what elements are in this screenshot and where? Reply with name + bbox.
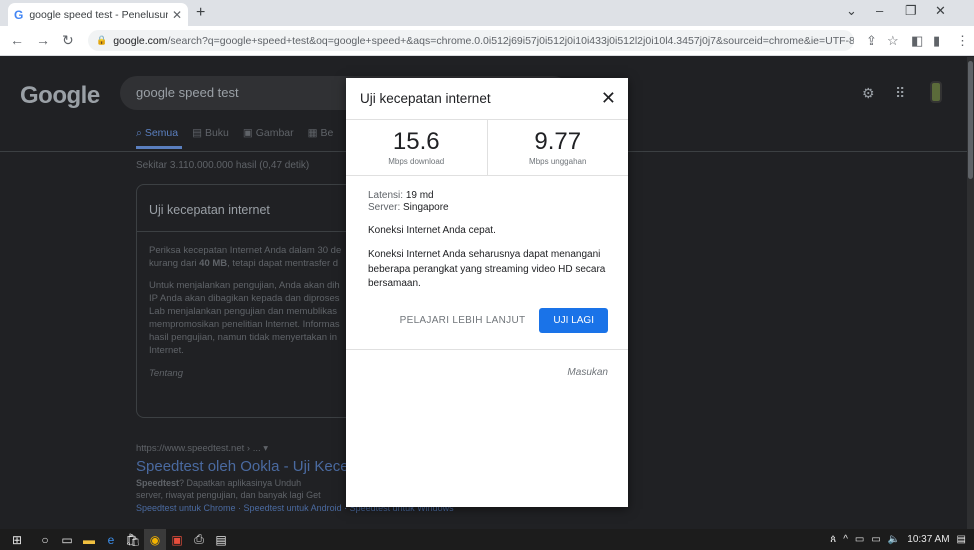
connection-status: Koneksi Internet Anda cepat. [368, 225, 496, 236]
browser-tab[interactable]: G google speed test - Penelusuran ✕ [8, 3, 188, 26]
search-tabs: ⌕ Semua ▤ Buku ▣ Gambar ▦ Be [136, 127, 333, 140]
tab-close-icon[interactable]: ✕ [172, 8, 182, 22]
test-info: Latensi: 19 md Server: Singapore Koneksi… [346, 176, 628, 292]
taskbar: ⊞ ○ ▭ ▬ e 🛍 ◉ ▣ ⎙ ▤ ጰ ^ ▭ ▭ 🔈 10:37 AM ▤ [0, 529, 974, 550]
speed-metrics: 15.6 Mbps download 9.77 Mbps unggahan [346, 120, 628, 176]
chrome-taskbar-icon[interactable]: ◉ [144, 529, 166, 550]
card-paragraph: Untuk menjalankan pengujian, Anda akan d… [149, 279, 349, 357]
scrollbar-thumb[interactable] [968, 61, 973, 179]
server-label: Server: [368, 202, 401, 213]
tab-search-icon[interactable]: ⌄ [846, 3, 857, 19]
latency-row: Latensi: 19 md [368, 190, 608, 202]
snippet-bold: Speedtest [136, 478, 180, 488]
page-scrollbar[interactable] [967, 57, 974, 529]
settings-gear-icon[interactable]: ⚙ [862, 85, 875, 102]
back-icon[interactable]: ← [10, 32, 24, 48]
feedback-link[interactable]: Masukan [346, 350, 628, 378]
bookmark-star-icon[interactable]: ☆ [887, 33, 899, 49]
tab-strip: G google speed test - Penelusuran ✕ + ⌄ … [0, 0, 974, 26]
card-paragraph: Periksa kecepatan Internet Anda dalam 30… [149, 244, 349, 270]
upload-metric: 9.77 Mbps unggahan [486, 120, 629, 175]
url-path: /search?q=google+speed+test&oq=google+sp… [167, 34, 854, 47]
profile-icon[interactable]: ▮ [933, 33, 940, 49]
latency-label: Latensi: [368, 190, 404, 201]
share-icon[interactable]: ⇪ [866, 33, 877, 49]
latency-value: 19 md [405, 190, 434, 201]
volume-icon[interactable]: 🔈 [888, 534, 900, 545]
card-text: Lab menjalankan pengujian dan memublikas [149, 306, 338, 317]
battery-icon[interactable]: ▭ [871, 534, 880, 545]
address-bar[interactable]: 🔒 google.com/search?q=google+speed+test&… [88, 30, 854, 51]
upload-value: 9.77 [534, 128, 582, 155]
tab-title: google speed test - Penelusuran [29, 8, 168, 21]
tab-books[interactable]: ▤ Buku [192, 127, 229, 140]
card-text: Untuk menjalankan pengujian, Anda akan d… [149, 280, 340, 291]
lock-icon[interactable]: 🔒 [96, 35, 107, 46]
apps-grid-icon[interactable]: ⠿ [895, 85, 905, 102]
dialog-title: Uji kecepatan internet [360, 91, 491, 106]
people-icon[interactable]: ጰ [830, 534, 836, 545]
card-text: mempromosikan penelitian Internet. Infor… [149, 319, 340, 330]
terminal-icon[interactable]: ▤ [210, 529, 232, 550]
tab-news[interactable]: ▦ Be [308, 127, 334, 140]
side-panel-icon[interactable]: ◧ [911, 33, 923, 49]
download-metric: 15.6 Mbps download [346, 120, 487, 175]
network-icon[interactable]: ▭ [855, 534, 864, 545]
windows-start-icon[interactable]: ⊞ [0, 529, 34, 550]
snippet-text: server, riwayat pengujian, dan banyak la… [136, 490, 321, 500]
search-circle-icon[interactable]: ○ [34, 529, 56, 550]
server-row: Server: Singapore [368, 202, 608, 214]
task-view-icon[interactable]: ▭ [56, 529, 78, 550]
card-text: Internet. [149, 345, 184, 356]
avatar[interactable] [930, 81, 942, 103]
download-unit: Mbps download [388, 157, 445, 166]
app-red-icon[interactable]: ▣ [166, 529, 188, 550]
card-text: kurang dari [149, 258, 200, 269]
chrome-menu-icon[interactable]: ⋮ [956, 33, 969, 49]
notification-icon[interactable]: ▤ [957, 534, 966, 545]
clock[interactable]: 10:37 AM [907, 534, 949, 545]
store-icon[interactable]: 🛍 [122, 529, 144, 550]
url-host: google.com [113, 34, 168, 47]
browser-toolbar: ← → ↻ 🔒 google.com/search?q=google+speed… [0, 26, 974, 56]
restore-icon[interactable]: ❐ [905, 3, 917, 19]
edge-icon[interactable]: e [100, 529, 122, 550]
tab-images[interactable]: ▣ Gambar [243, 127, 294, 140]
download-value: 15.6 [392, 128, 440, 155]
dialog-actions: PELAJARI LEBIH LANJUT UJI LAGI [346, 292, 628, 333]
speed-test-dialog: Uji kecepatan internet ✕ 15.6 Mbps downl… [346, 78, 628, 507]
google-favicon-icon: G [14, 7, 24, 22]
card-bold-text: 40 MB [199, 258, 228, 269]
printer-icon[interactable]: ⎙ [188, 529, 210, 550]
card-text: IP Anda akan dibagikan kepada dan dipros… [149, 293, 340, 304]
card-text: , tetapi dapat mentrasfer d [227, 258, 339, 269]
close-icon[interactable]: ✕ [601, 88, 616, 109]
minimize-icon[interactable]: – [876, 3, 883, 18]
google-logo[interactable]: Google [20, 82, 100, 110]
window-close-icon[interactable]: ✕ [935, 3, 946, 19]
snippet-text: ? Dapatkan aplikasinya Unduh [179, 478, 302, 488]
file-explorer-icon[interactable]: ▬ [78, 529, 100, 550]
server-value: Singapore [403, 202, 449, 213]
upload-unit: Mbps unggahan [529, 157, 587, 166]
forward-icon[interactable]: → [36, 32, 50, 48]
tray-expand-icon[interactable]: ^ [843, 534, 848, 545]
tab-all[interactable]: ⌕ Semua [136, 127, 178, 140]
learn-more-button[interactable]: PELAJARI LEBIH LANJUT [396, 309, 530, 332]
dialog-header: Uji kecepatan internet ✕ [346, 78, 628, 120]
card-about-link[interactable]: Tentang [149, 367, 349, 380]
card-text: hasil pengujian, namun tidak menyertakan… [149, 332, 338, 343]
system-tray: ጰ ^ ▭ ▭ 🔈 10:37 AM ▤ [830, 529, 966, 550]
new-tab-icon[interactable]: + [196, 4, 205, 22]
retest-button[interactable]: UJI LAGI [539, 307, 608, 333]
card-text: Periksa kecepatan Internet Anda dalam 30… [149, 245, 342, 256]
active-tab-indicator [136, 146, 182, 149]
result-count: Sekitar 3.110.000.000 hasil (0,47 detik) [136, 160, 310, 171]
reload-icon[interactable]: ↻ [62, 32, 74, 49]
connection-detail: Koneksi Internet Anda seharusnya dapat m… [368, 249, 606, 289]
